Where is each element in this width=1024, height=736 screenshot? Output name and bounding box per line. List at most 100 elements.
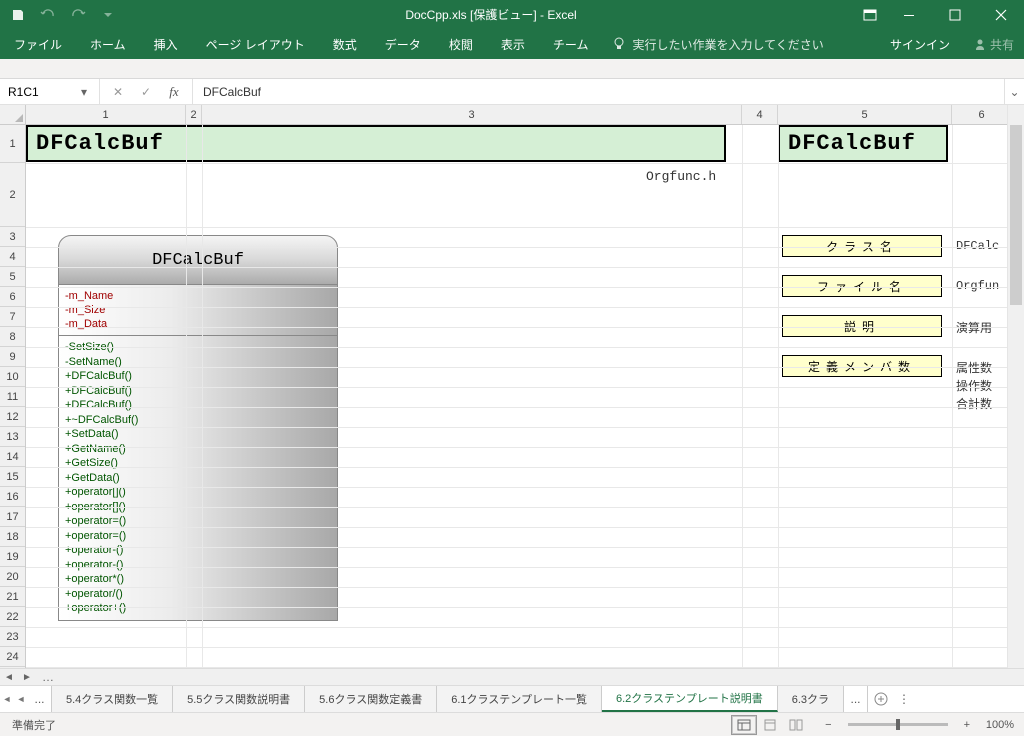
page-layout-view-icon[interactable] [757,715,783,735]
field-label: ファイル名 [782,275,942,297]
column-headers[interactable]: 123456 [26,105,1007,125]
row-header[interactable]: 5 [0,267,25,287]
name-box[interactable]: ▾ [0,79,100,104]
uml-attributes: -m_Name-m_Size-m_Data [58,285,338,336]
uml-operation: +DFCalcBuf() [65,384,331,399]
qat-customize-icon[interactable] [96,4,120,26]
sheet-nav-more[interactable]: … [36,670,60,684]
column-header[interactable]: 6 [952,105,1012,124]
sheet-tab[interactable]: 6.3クラ [778,686,844,712]
row-header[interactable]: 11 [0,387,25,407]
share-button[interactable]: 共有 [964,29,1024,59]
row-header[interactable]: 2 [0,163,25,227]
tab-review[interactable]: 校閲 [435,29,487,59]
cancel-formula-icon[interactable]: ✕ [104,85,132,99]
column-header[interactable]: 1 [26,105,186,124]
cell-header-2[interactable]: DFCalcBuf [778,125,948,162]
cells[interactable]: DFCalcBuf DFCalcBuf Orgfunc.h DFCalcBuf … [26,125,1007,668]
enter-formula-icon[interactable]: ✓ [132,85,160,99]
row-header[interactable]: 14 [0,447,25,467]
window-controls [854,0,1024,29]
field-value: Orgfun [956,279,999,293]
insert-function-icon[interactable]: fx [160,84,188,100]
sign-in-link[interactable]: サインイン [876,29,964,59]
tab-view[interactable]: 表示 [487,29,539,59]
tab-insert[interactable]: 挿入 [140,29,192,59]
row-header[interactable]: 19 [0,547,25,567]
select-all-corner[interactable] [0,105,26,125]
uml-attribute: -m_Data [65,317,331,331]
row-header[interactable]: 21 [0,587,25,607]
sheet-tab[interactable]: 5.5クラス関数説明書 [173,686,305,712]
row-header[interactable]: 15 [0,467,25,487]
tab-page-layout[interactable]: ページ レイアウト [192,29,319,59]
scroll-left-icon[interactable]: ◄ [0,672,18,683]
zoom-slider-handle[interactable] [896,719,900,730]
close-button[interactable] [978,0,1024,29]
cell-header-1[interactable]: DFCalcBuf [26,125,726,162]
row-header[interactable]: 9 [0,347,25,367]
ribbon-display-options-icon[interactable] [854,0,886,29]
new-sheet-button[interactable] [868,686,894,712]
tabs-more-icon[interactable]: ⋮ [894,686,914,712]
row-header[interactable]: 1 [0,125,25,163]
row-header[interactable]: 10 [0,367,25,387]
row-header[interactable]: 12 [0,407,25,427]
save-icon[interactable] [6,4,30,26]
column-header[interactable]: 5 [778,105,952,124]
tab-team[interactable]: チーム [539,29,603,59]
name-box-dropdown-icon[interactable]: ▾ [78,85,90,99]
column-header[interactable]: 3 [202,105,742,124]
row-header[interactable]: 24 [0,647,25,667]
tell-me[interactable]: 実行したい作業を入力してください [602,29,833,59]
row-header[interactable]: 18 [0,527,25,547]
scroll-right-icon[interactable]: ► [18,672,36,683]
tabs-scroll-first-icon[interactable]: ◄ [0,686,14,712]
tab-file[interactable]: ファイル [0,29,76,59]
row-header[interactable]: 8 [0,327,25,347]
sheet-tab[interactable]: 5.6クラス関数定義書 [305,686,437,712]
minimize-button[interactable] [886,0,932,29]
row-header[interactable]: 3 [0,227,25,247]
maximize-button[interactable] [932,0,978,29]
zoom-slider[interactable] [848,723,948,726]
column-header[interactable]: 4 [742,105,778,124]
undo-icon[interactable] [36,4,60,26]
tab-data[interactable]: データ [371,29,435,59]
worksheet-grid[interactable]: 123456 123456789101112131415161718192021… [0,105,1024,668]
zoom-percent[interactable]: 100% [976,719,1024,731]
zoom-in-button[interactable]: + [958,719,976,731]
tabs-left-overflow[interactable]: ... [28,686,52,712]
tab-home[interactable]: ホーム [76,29,140,59]
row-headers[interactable]: 123456789101112131415161718192021222324 [0,125,26,668]
name-box-input[interactable] [8,85,78,99]
tabs-scroll-prev-icon[interactable]: ◄ [14,686,28,712]
row-header[interactable]: 7 [0,307,25,327]
tabs-right-overflow[interactable]: ... [844,686,868,712]
sheet-tab[interactable]: 6.2クラステンプレート説明書 [602,686,778,712]
column-header[interactable]: 2 [186,105,202,124]
redo-icon[interactable] [66,4,90,26]
sheet-tab[interactable]: 5.4クラス関数一覧 [52,686,173,712]
row-header[interactable]: 16 [0,487,25,507]
row-header[interactable]: 23 [0,627,25,647]
tab-formulas[interactable]: 数式 [319,29,371,59]
status-ready: 準備完了 [0,717,68,733]
window-title: DocCpp.xls [保護ビュー] - Excel [128,6,854,23]
page-break-view-icon[interactable] [783,715,809,735]
field-value: DFCalc [956,239,999,253]
row-header[interactable]: 13 [0,427,25,447]
zoom-out-button[interactable]: − [819,719,837,731]
row-header[interactable]: 4 [0,247,25,267]
row-header[interactable]: 20 [0,567,25,587]
scrollbar-thumb[interactable] [1010,125,1022,305]
sheet-tab[interactable]: 6.1クラステンプレート一覧 [437,686,602,712]
ribbon-tabs: ファイル ホーム 挿入 ページ レイアウト 数式 データ 校閲 表示 チーム 実… [0,29,1024,59]
normal-view-icon[interactable] [731,715,757,735]
expand-formula-bar-icon[interactable]: ⌄ [1004,79,1024,104]
row-header[interactable]: 6 [0,287,25,307]
formula-input[interactable]: DFCalcBuf [193,79,1004,104]
row-header[interactable]: 22 [0,607,25,627]
vertical-scrollbar[interactable] [1007,105,1024,668]
row-header[interactable]: 17 [0,507,25,527]
